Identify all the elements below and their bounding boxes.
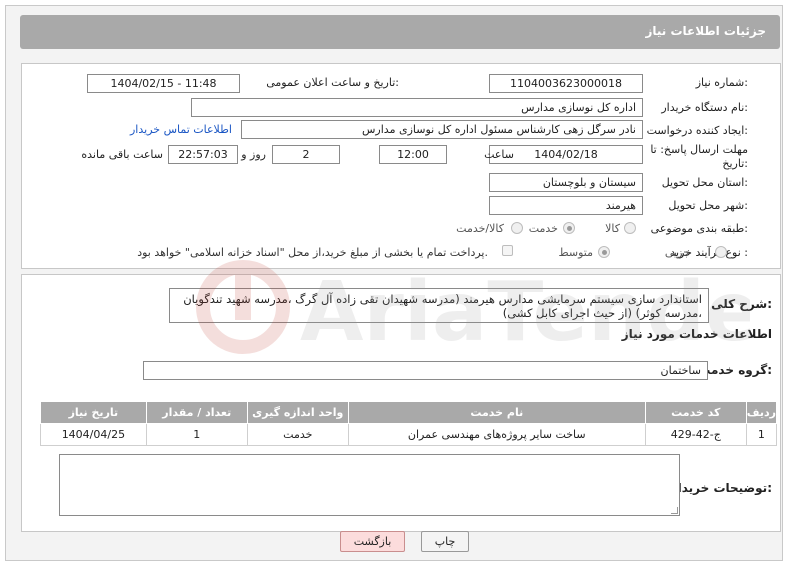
remaining-time-field[interactable]: 22:57:03 [168,145,238,164]
category-label: طبقه بندی موضوعی: [650,222,748,235]
deadline-time-label: ساعت [484,148,514,161]
buyer-notes-label: توضیحات خریدار: [670,481,772,495]
page-frame: جزئیات اطلاعات نیاز شماره نیاز: 11040036… [5,5,783,561]
category-option-goods-service: کالا/خدمت [456,222,504,235]
remaining-time-label: ساعت باقی مانده [81,148,163,161]
requester-label: ایجاد کننده درخواست: [646,124,748,137]
city-label: شهر محل تحویل: [668,199,748,212]
purchase-option-medium: متوسط [558,246,593,259]
table-row[interactable]: 1 ج-42-429 ساخت سایر پروژه‌های مهندسی عم… [40,423,778,446]
header-bar: جزئیات اطلاعات نیاز [20,15,780,49]
category-option-service: خدمت [528,222,558,235]
need-info-panel: شماره نیاز: 1104003623000018 تاریخ و ساع… [21,63,781,269]
page-title: جزئیات اطلاعات نیاز [645,24,766,38]
summary-text[interactable]: استاندارد سازی سیستم سرمایشی مدارس هیرمن… [169,288,709,323]
cell-service-name: ساخت سایر پروژه‌های مهندسی عمران [347,423,646,446]
service-group-field[interactable]: ساختمان [143,361,708,380]
col-header-quantity: تعداد / مقدار [145,401,248,424]
purchase-option-minor: جزیی [664,246,690,259]
service-group-label: گروه خدمت: [698,363,772,377]
treasury-payment-note: پرداخت تمام یا بخشی از مبلغ خرید،از محل … [137,246,488,259]
col-header-service-code: کد خدمت [644,401,747,424]
col-header-row-no: ردیف [745,401,778,424]
purchase-radio-medium[interactable] [598,246,610,258]
cell-service-code: ج-42-429 [644,423,747,446]
cell-row-no: 1 [745,423,778,446]
province-label: استان محل تحویل: [661,176,748,189]
back-button[interactable]: بازگشت [340,531,405,552]
buyer-org-field[interactable]: اداره کل نوسازی مدارس [191,98,643,117]
need-number-field[interactable]: 1104003623000018 [489,74,643,93]
need-details-panel: شرح کلی نیاز: استاندارد سازی سیستم سرمای… [21,274,781,532]
category-radio-goods[interactable] [624,222,636,234]
cell-quantity: 1 [145,423,248,446]
print-button[interactable]: چاپ [421,531,469,552]
announce-datetime-label: تاریخ و ساعت اعلان عمومی: [266,76,399,89]
buyer-contact-link[interactable]: اطلاعات تماس خریدار [130,123,232,136]
treasury-payment-checkbox[interactable] [502,245,513,256]
deadline-label-line1: مهلت ارسال پاسخ: تا [650,143,748,156]
category-option-goods: کالا [605,222,620,235]
province-field[interactable]: سیستان و بلوچستان [489,173,643,192]
col-header-need-date: تاریخ نیاز [40,401,147,424]
buyer-notes-textarea[interactable] [59,454,680,516]
category-radio-service[interactable] [563,222,575,234]
table-header-row: ردیف کد خدمت نام خدمت واحد اندازه گیری ت… [40,401,778,424]
deadline-days-field[interactable]: 2 [272,145,340,164]
deadline-time-field[interactable]: 12:00 [379,145,447,164]
announce-datetime-field[interactable]: 1404/02/15 - 11:48 [87,74,240,93]
deadline-label-line2: تاریخ: [722,157,748,170]
city-field[interactable]: هیرمند [489,196,643,215]
services-table: ردیف کد خدمت نام خدمت واحد اندازه گیری ت… [40,401,778,446]
col-header-service-name: نام خدمت [347,401,646,424]
requester-field[interactable]: نادر سرگل زهی کارشناس مسئول اداره کل نوس… [241,120,643,139]
buyer-org-label: نام دستگاه خریدار: [661,101,748,114]
services-section-title: اطلاعات خدمات مورد نیاز [621,327,772,341]
category-radio-goods-service[interactable] [511,222,523,234]
col-header-unit: واحد اندازه گیری [246,401,349,424]
deadline-days-label: روز و [241,148,266,161]
cell-unit: خدمت [246,423,349,446]
need-number-label: شماره نیاز: [695,76,748,89]
cell-need-date: 1404/04/25 [40,423,147,446]
purchase-radio-minor[interactable] [715,246,727,258]
